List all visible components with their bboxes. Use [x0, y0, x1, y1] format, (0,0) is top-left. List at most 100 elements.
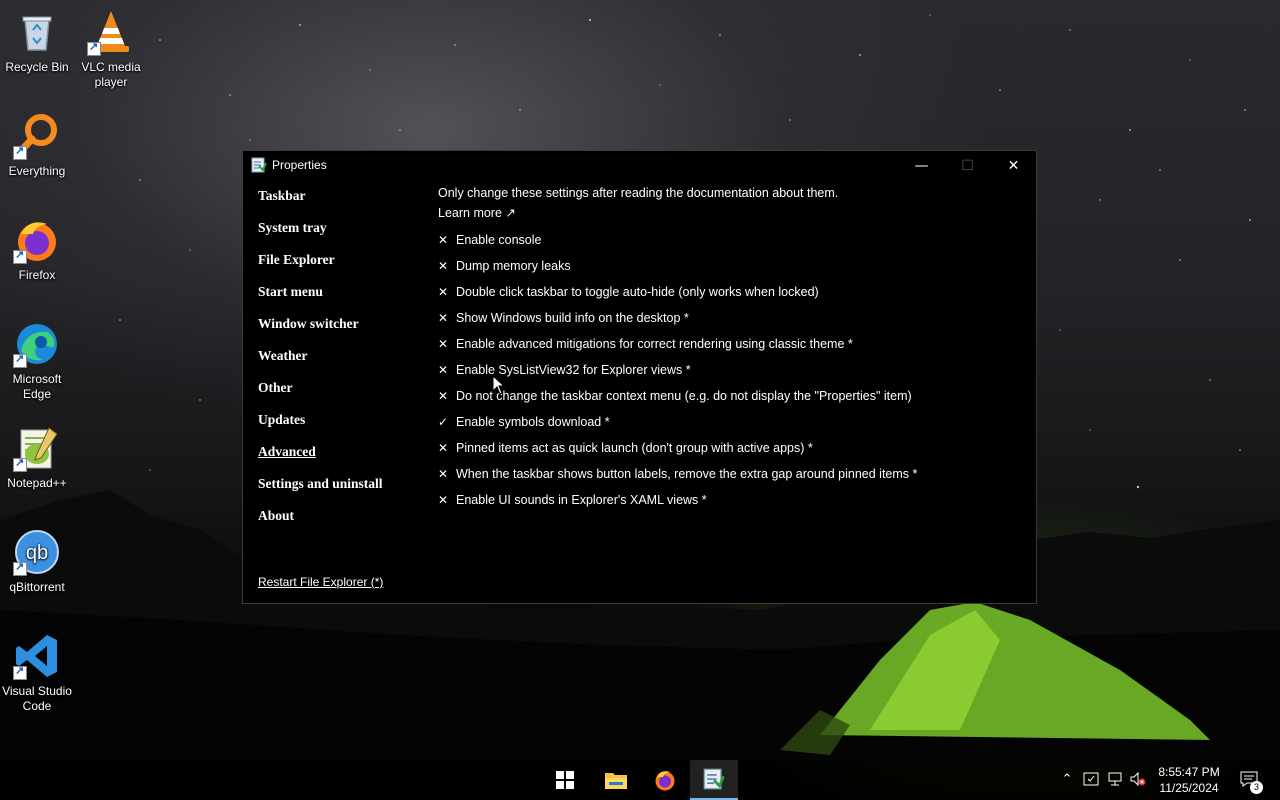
- nav-item-window-switcher[interactable]: Window switcher: [258, 313, 428, 345]
- nav-item-start-menu[interactable]: Start menu: [258, 281, 428, 313]
- desktop-icon-qbittorrent[interactable]: qb qBittorrent: [0, 528, 74, 595]
- shortcut-arrow-icon: [13, 560, 27, 576]
- maximize-button[interactable]: ☐: [945, 151, 990, 181]
- notification-count-badge: 3: [1250, 781, 1263, 794]
- volume-muted-icon[interactable]: [1129, 771, 1147, 789]
- checkmark-icon: ✓: [438, 415, 449, 429]
- window-title: Properties: [272, 158, 327, 172]
- shortcut-arrow-icon: [87, 40, 101, 56]
- desktop-icon-label: Everything: [8, 164, 66, 178]
- advanced-settings-panel: Only change these settings after reading…: [438, 185, 1018, 513]
- learn-more-link[interactable]: Learn more ↗: [438, 205, 516, 227]
- shortcut-arrow-icon: [13, 352, 27, 368]
- nav-item-file-explorer[interactable]: File Explorer: [258, 249, 428, 281]
- shortcut-arrow-icon: [13, 664, 27, 680]
- option-label: Do not change the taskbar context menu (…: [456, 389, 912, 403]
- option-show-build-info[interactable]: ✕ Show Windows build info on the desktop …: [438, 305, 1018, 331]
- minimize-button[interactable]: —: [899, 151, 944, 181]
- nav-item-weather[interactable]: Weather: [258, 345, 428, 377]
- firefox-icon: [13, 216, 61, 264]
- security-icon[interactable]: [1082, 771, 1100, 789]
- svg-text:qb: qb: [26, 542, 48, 564]
- network-icon[interactable]: [1106, 771, 1124, 789]
- shortcut-arrow-icon: [13, 144, 27, 160]
- desktop-icon-label: Recycle Bin: [5, 60, 69, 74]
- x-mark-icon: ✕: [438, 259, 449, 273]
- option-quick-launch-pinned[interactable]: ✕ Pinned items act as quick launch (don't…: [438, 435, 1018, 461]
- shortcut-arrow-icon: [13, 456, 27, 472]
- start-button[interactable]: [541, 760, 589, 800]
- nav-item-other[interactable]: Other: [258, 377, 428, 409]
- taskbar: ⌃ 8:55:47 PM 11/25/2024 3: [0, 760, 1280, 800]
- shortcut-arrow-icon: [13, 248, 27, 264]
- option-label: Double click taskbar to toggle auto-hide…: [456, 285, 819, 299]
- desktop-icon-vscode[interactable]: Visual Studio Code: [0, 632, 74, 714]
- x-mark-icon: ✕: [438, 285, 449, 299]
- option-classic-theme-mitigations[interactable]: ✕ Enable advanced mitigations for correct…: [438, 331, 1018, 357]
- desktop-icon-label: VLC media player: [81, 60, 141, 89]
- option-enable-console[interactable]: ✕ Enable console: [438, 227, 1018, 253]
- options-list: ✕ Enable console ✕ Dump memory leaks ✕ Doub…: [438, 227, 1018, 513]
- mouse-cursor-icon: [492, 375, 506, 395]
- clock-time: 8:55:47 PM: [1158, 765, 1220, 779]
- start-icon: [556, 771, 574, 789]
- nav-item-advanced[interactable]: Advanced: [258, 441, 428, 473]
- x-mark-icon: ✕: [438, 493, 449, 507]
- desktop-icon-label: qBittorrent: [9, 580, 65, 594]
- x-mark-icon: ✕: [438, 311, 449, 325]
- option-syslistview32[interactable]: ✕ Enable SysListView32 for Explorer views…: [438, 357, 1018, 383]
- option-xaml-ui-sounds[interactable]: ✕ Enable UI sounds in Explorer's XAML vie…: [438, 487, 1018, 513]
- properties-app-icon: [703, 768, 725, 790]
- firefox-icon: [655, 771, 675, 791]
- x-mark-icon: ✕: [438, 467, 449, 481]
- vlc-icon: [87, 8, 135, 56]
- recycle-bin-icon: [13, 8, 61, 56]
- nav-item-taskbar[interactable]: Taskbar: [258, 185, 428, 217]
- documentation-notice: Only change these settings after reading…: [438, 186, 839, 200]
- properties-app-icon: [251, 157, 267, 173]
- desktop-icon-edge[interactable]: Microsoft Edge: [0, 320, 74, 402]
- nav-item-about[interactable]: About: [258, 505, 428, 537]
- everything-search-icon: [13, 112, 61, 160]
- x-mark-icon: ✕: [438, 441, 449, 455]
- option-symbols-download[interactable]: ✓ Enable symbols download *: [438, 409, 1018, 435]
- system-clock[interactable]: 8:55:47 PM 11/25/2024: [1153, 764, 1225, 796]
- x-mark-icon: ✕: [438, 233, 449, 247]
- file-explorer-icon: [605, 773, 627, 789]
- desktop-icon-label: Firefox: [18, 268, 56, 282]
- desktop-icon-label: Microsoft Edge: [12, 372, 62, 401]
- desktop-icon-everything[interactable]: Everything: [0, 112, 74, 179]
- option-label: Enable symbols download *: [456, 415, 610, 429]
- x-mark-icon: ✕: [438, 363, 449, 377]
- taskbar-firefox[interactable]: [641, 760, 689, 800]
- nav-item-system-tray[interactable]: System tray: [258, 217, 428, 249]
- nav-item-updates[interactable]: Updates: [258, 409, 428, 441]
- x-mark-icon: ✕: [438, 389, 449, 403]
- option-label: Dump memory leaks: [456, 259, 571, 273]
- option-label: Show Windows build info on the desktop *: [456, 311, 689, 325]
- option-remove-pinned-gap[interactable]: ✕ When the taskbar shows button labels, r…: [438, 461, 1018, 487]
- title-bar[interactable]: Properties — ☐ ✕: [243, 151, 1036, 181]
- option-label: Enable UI sounds in Explorer's XAML view…: [456, 493, 707, 507]
- close-button[interactable]: ✕: [991, 151, 1036, 181]
- option-dump-memory-leaks[interactable]: ✕ Dump memory leaks: [438, 253, 1018, 279]
- option-label: Enable advanced mitigations for correct …: [456, 337, 853, 351]
- option-double-click-auto-hide[interactable]: ✕ Double click taskbar to toggle auto-hid…: [438, 279, 1018, 305]
- qbittorrent-icon: qb: [13, 528, 61, 576]
- chevron-up-icon[interactable]: ⌃: [1058, 771, 1076, 789]
- vscode-icon: [13, 632, 61, 680]
- restart-file-explorer-link[interactable]: Restart File Explorer (*): [258, 575, 383, 589]
- desktop-icon-firefox[interactable]: Firefox: [0, 216, 74, 283]
- desktop-icon-vlc[interactable]: VLC media player: [74, 8, 148, 90]
- desktop-icon-recycle-bin[interactable]: Recycle Bin: [0, 8, 74, 75]
- nav-item-settings-and-uninstall[interactable]: Settings and uninstall: [258, 473, 428, 505]
- taskbar-file-explorer[interactable]: [592, 760, 640, 800]
- properties-window[interactable]: Properties — ☐ ✕ Taskbar System tray Fil…: [242, 150, 1037, 604]
- option-label: Pinned items act as quick launch (don't …: [456, 441, 813, 455]
- option-label: Enable console: [456, 233, 542, 247]
- desktop-icon-notepadpp[interactable]: Notepad++: [0, 424, 74, 491]
- option-keep-taskbar-context-menu[interactable]: ✕ Do not change the taskbar context menu …: [438, 383, 1018, 409]
- taskbar-properties[interactable]: [690, 760, 738, 800]
- edge-icon: [13, 320, 61, 368]
- clock-date: 11/25/2024: [1159, 781, 1219, 795]
